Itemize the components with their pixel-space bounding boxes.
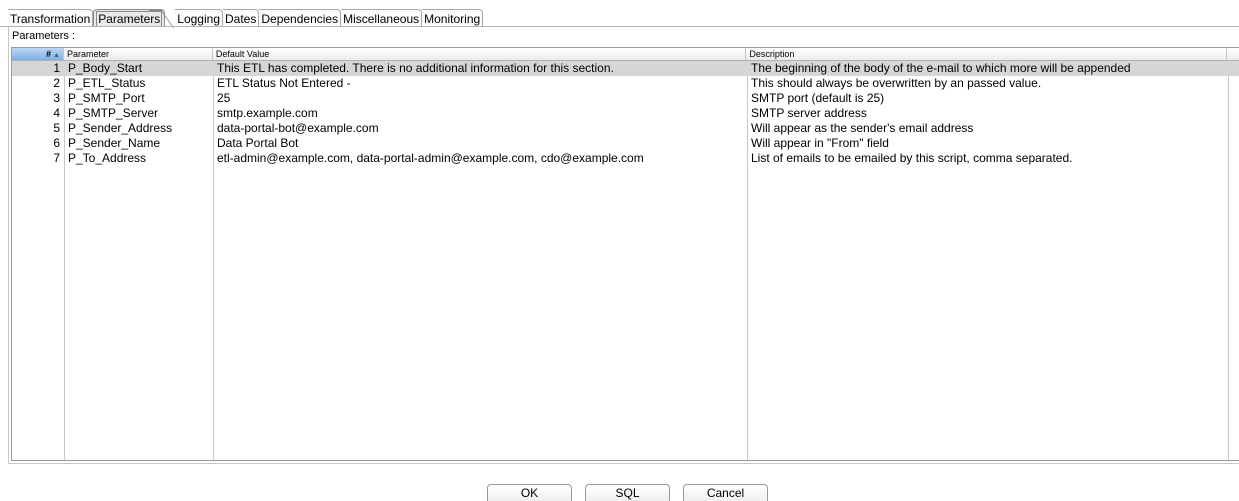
description-cell[interactable]: The beginning of the body of the e-mail … xyxy=(747,61,1228,76)
table-row[interactable]: 4 P_SMTP_Server smtp.example.com SMTP se… xyxy=(12,106,1239,121)
tab-dates[interactable]: Dates xyxy=(223,9,260,27)
default-value-cell[interactable]: ETL Status Not Entered - xyxy=(213,76,747,91)
row-number: 5 xyxy=(53,121,60,135)
tab-label: Monitoring xyxy=(424,12,481,26)
table-header: # ▲ Parameter Default Value Description xyxy=(12,48,1239,61)
default-value-cell[interactable]: etl-admin@example.com, data-portal-admin… xyxy=(213,151,747,166)
tab-label: Transformation xyxy=(10,12,91,26)
tab-logging[interactable]: Logging xyxy=(175,9,223,27)
description-cell[interactable]: Will appear in "From" field xyxy=(747,136,1228,151)
row-number: 4 xyxy=(53,106,60,120)
table-row[interactable]: 2 P_ETL_Status ETL Status Not Entered - … xyxy=(12,76,1239,91)
parameter-cell[interactable]: P_SMTP_Server xyxy=(64,106,213,121)
tab-transformation[interactable]: Transformation xyxy=(8,9,94,27)
tab-label: Logging xyxy=(177,12,220,26)
table-row[interactable]: 3 P_SMTP_Port 25 SMTP port (default is 2… xyxy=(12,91,1239,106)
row-number: 7 xyxy=(53,151,60,165)
tab-label: Miscellaneous xyxy=(343,12,420,26)
table-row[interactable]: 7 P_To_Address etl-admin@example.com, da… xyxy=(12,151,1239,166)
column-header-number-label: # xyxy=(46,49,52,59)
description-cell[interactable]: SMTP port (default is 25) xyxy=(747,91,1228,106)
default-value-cell[interactable]: Data Portal Bot xyxy=(213,136,747,151)
tab-label: Parameters xyxy=(96,11,163,27)
ok-button[interactable]: OK xyxy=(487,484,572,501)
default-value-cell[interactable]: smtp.example.com xyxy=(213,106,747,121)
parameters-panel: Parameters : # ▲ Parameter Default Value … xyxy=(8,27,1239,464)
tab-parameters[interactable]: Parameters xyxy=(93,9,166,27)
parameter-cell[interactable]: P_SMTP_Port xyxy=(64,91,213,106)
default-value-cell[interactable]: data-portal-bot@example.com xyxy=(213,121,747,136)
column-header-number[interactable]: # ▲ xyxy=(12,48,64,60)
table-body: 1 P_Body_Start This ETL has completed. T… xyxy=(12,61,1239,460)
row-number: 2 xyxy=(53,76,60,90)
default-value-cell[interactable]: 25 xyxy=(213,91,747,106)
parameter-cell[interactable]: P_Body_Start xyxy=(64,61,213,76)
default-value-cell[interactable]: This ETL has completed. There is no addi… xyxy=(213,61,747,76)
table-row[interactable]: 6 P_Sender_Name Data Portal Bot Will app… xyxy=(12,136,1239,151)
parameters-table[interactable]: # ▲ Parameter Default Value Description 1… xyxy=(11,47,1239,461)
dialog-button-bar: OK SQL Cancel xyxy=(0,484,1239,501)
tab-label: Dependencies xyxy=(261,12,339,26)
column-header-parameter[interactable]: Parameter xyxy=(64,48,213,60)
column-header-description[interactable]: Description xyxy=(746,48,1228,60)
parameters-label: Parameters : xyxy=(12,30,75,42)
sort-ascending-icon: ▲ xyxy=(53,52,60,59)
tab-dependencies[interactable]: Dependencies xyxy=(259,9,342,27)
parameter-cell[interactable]: P_ETL_Status xyxy=(64,76,213,91)
parameter-cell[interactable]: P_Sender_Name xyxy=(64,136,213,151)
parameter-cell[interactable]: P_To_Address xyxy=(64,151,213,166)
cancel-button[interactable]: Cancel xyxy=(683,484,768,501)
table-row[interactable]: 1 P_Body_Start This ETL has completed. T… xyxy=(12,61,1239,76)
column-header-default-value[interactable]: Default Value xyxy=(213,48,747,60)
parameter-cell[interactable]: P_Sender_Address xyxy=(64,121,213,136)
row-number: 6 xyxy=(53,136,60,150)
tab-miscellaneous[interactable]: Miscellaneous xyxy=(341,9,423,27)
description-cell[interactable]: List of emails to be emailed by this scr… xyxy=(747,151,1228,166)
tab-bar: Transformation Parameters Logging Dates … xyxy=(8,7,484,27)
sql-button[interactable]: SQL xyxy=(585,484,670,501)
row-number: 1 xyxy=(53,61,60,75)
tab-monitoring[interactable]: Monitoring xyxy=(422,9,484,27)
column-header-empty xyxy=(1227,48,1239,60)
description-cell[interactable]: This should always be overwritten by an … xyxy=(747,76,1228,91)
tab-label: Dates xyxy=(225,12,257,26)
description-cell[interactable]: Will appear as the sender's email addres… xyxy=(747,121,1228,136)
description-cell[interactable]: SMTP server address xyxy=(747,106,1228,121)
row-number: 3 xyxy=(53,91,60,105)
table-row[interactable]: 5 P_Sender_Address data-portal-bot@examp… xyxy=(12,121,1239,136)
